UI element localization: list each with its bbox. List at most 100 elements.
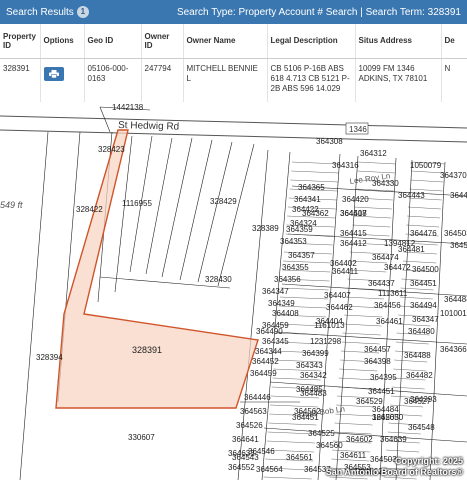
parcel-label: 364480 <box>408 327 435 336</box>
lot-line <box>329 476 368 480</box>
lot-line <box>391 386 425 390</box>
parcel-label: 328429 <box>210 197 237 206</box>
parcel-label: 1161013 <box>314 321 345 330</box>
lot-line <box>410 179 444 183</box>
parcel-label: 364398 <box>364 357 391 366</box>
parcel-label: 364488 <box>404 351 431 360</box>
header-legal-description[interactable]: Legal Description <box>267 24 356 59</box>
parcel-label: 1231298 <box>310 337 342 346</box>
search-results-bar: Search Results 1 Search Type: Property A… <box>0 0 467 24</box>
table-row[interactable]: 328391 05106-000-0163 247794 MITCHELL BE… <box>0 58 467 102</box>
parcel-label: 364548 <box>408 423 435 432</box>
parcel-label: 364353 <box>280 237 307 246</box>
parcel-label: 364504 <box>450 241 467 250</box>
parcel-label: 364560 <box>316 441 343 450</box>
header-property-id[interactable]: Property ID <box>0 24 41 59</box>
printer-icon <box>48 69 59 78</box>
header-extra[interactable]: De <box>441 24 467 59</box>
parcel-label: 328389 <box>252 224 279 233</box>
parcel-label: 1113611 <box>378 289 408 298</box>
cell-geo-id: 05106-000-0163 <box>84 58 142 102</box>
header-geo-id[interactable]: Geo ID <box>84 24 142 59</box>
road-label-st-hedwig: St Hedwig Rd <box>118 120 179 133</box>
results-table: Property ID Options Geo ID Owner ID Owne… <box>0 24 467 102</box>
parcel-label: 364415 <box>340 229 367 238</box>
map-copyright: Copyright: 2025 San Antonio Board of Rea… <box>326 456 463 477</box>
parcel-label: 1010012 <box>440 309 467 318</box>
parcel-label: 364561 <box>286 453 313 462</box>
parcel-label: 364525 <box>308 429 335 438</box>
parcel-label: 364341 <box>294 195 321 204</box>
parcel-label: 364412 <box>340 239 367 248</box>
parcel-label: 364456 <box>374 301 401 310</box>
parcel-label: 364345 <box>262 337 289 346</box>
parcel-label: 1050079 <box>410 161 442 170</box>
parcel-label: 364472 <box>384 263 411 272</box>
result-count-badge: 1 <box>76 6 89 18</box>
parcel-label: 364414 <box>450 191 467 200</box>
lot-line <box>341 341 380 345</box>
parcel-label: 328430 <box>205 275 232 284</box>
parcel-label: 364462 <box>326 303 353 312</box>
lot-line <box>395 341 429 345</box>
parcel-label: 364418 <box>340 209 367 218</box>
print-button[interactable] <box>43 66 64 81</box>
parcel-map[interactable]: St Hedwig Rd 1346 549 ft Lee Roy Ln Thra… <box>0 102 467 480</box>
parcel-label: 364552 <box>228 463 255 472</box>
parcel-label: 364490 <box>256 327 283 336</box>
lot-line <box>386 449 420 453</box>
search-results-title: Search Results <box>6 6 74 18</box>
parcel-label: 1394812 <box>384 239 416 248</box>
header-options: Options <box>40 24 85 59</box>
parcel-label: 364343 <box>296 361 323 370</box>
parcel-map-canvas[interactable]: St Hedwig Rd 1346 549 ft Lee Roy Ln Thra… <box>0 102 467 480</box>
cell-options <box>40 58 85 102</box>
parcel-label: 364461 <box>376 317 403 326</box>
results-table-container: Property ID Options Geo ID Owner ID Owne… <box>0 24 467 102</box>
header-owner-id[interactable]: Owner ID <box>141 24 184 59</box>
parcel-label: 364347 <box>262 287 289 296</box>
parcel-label: 1116955 <box>122 199 153 208</box>
search-term-info: Search Type: Property Account # Search |… <box>176 6 461 18</box>
subject-parcel-label: 328391 <box>132 345 162 355</box>
parcel-label: 364357 <box>288 251 315 260</box>
parcel-label: 364457 <box>364 345 391 354</box>
parcel-label: 364452 <box>252 357 279 366</box>
parcel-label: 330607 <box>128 433 155 442</box>
parcel-label: 364483 <box>300 389 327 398</box>
lot-line <box>291 170 340 174</box>
parcel-label: 1262050 <box>372 413 404 422</box>
parcel-label: 364543 <box>232 453 259 462</box>
parcel-label: 364355 <box>282 263 309 272</box>
parcel-label: 364407 <box>324 291 351 300</box>
parcel-label: 328394 <box>36 353 63 362</box>
parcel-label: 364370 <box>440 171 467 180</box>
header-situs-address[interactable]: Situs Address <box>355 24 442 59</box>
parcel-label: 364342 <box>300 371 327 380</box>
parcel-label: 364446 <box>244 393 271 402</box>
parcel-label: 364347 <box>412 315 439 324</box>
parcel-label: 364562 <box>294 407 321 416</box>
header-owner-name[interactable]: Owner Name <box>183 24 268 59</box>
cell-property-id: 328391 <box>0 58 41 102</box>
parcel-label: 364308 <box>316 137 343 146</box>
parcel-label: 364344 <box>255 347 282 356</box>
parcel-label: 364494 <box>410 301 437 310</box>
subject-parcel-highlight[interactable] <box>55 129 259 409</box>
lot-line <box>383 476 417 480</box>
parcel-labels: 1442138328423364308364312364316 105007936… <box>36 103 467 476</box>
lot-line <box>352 224 391 228</box>
parcel-label: 364500 <box>412 265 439 274</box>
parcel-label: 364451 <box>368 387 395 396</box>
cell-extra: N <box>441 58 467 102</box>
parcel-label: 364395 <box>370 373 397 382</box>
parcel-label: 364482 <box>406 371 433 380</box>
parcel-label: 364641 <box>232 435 259 444</box>
parcel-label: 328423 <box>98 145 125 154</box>
parcel-label: 364420 <box>342 195 369 204</box>
parcel-label: 364408 <box>272 309 299 318</box>
parcel-label: 364564 <box>256 465 283 474</box>
cell-legal-description: CB 5106 P-16B ABS 618 4.713 CB 5121 P-2B… <box>267 58 356 102</box>
copyright-org: San Antonio Board of Realtors® <box>325 466 463 477</box>
table-header-row: Property ID Options Geo ID Owner ID Owne… <box>0 24 467 59</box>
